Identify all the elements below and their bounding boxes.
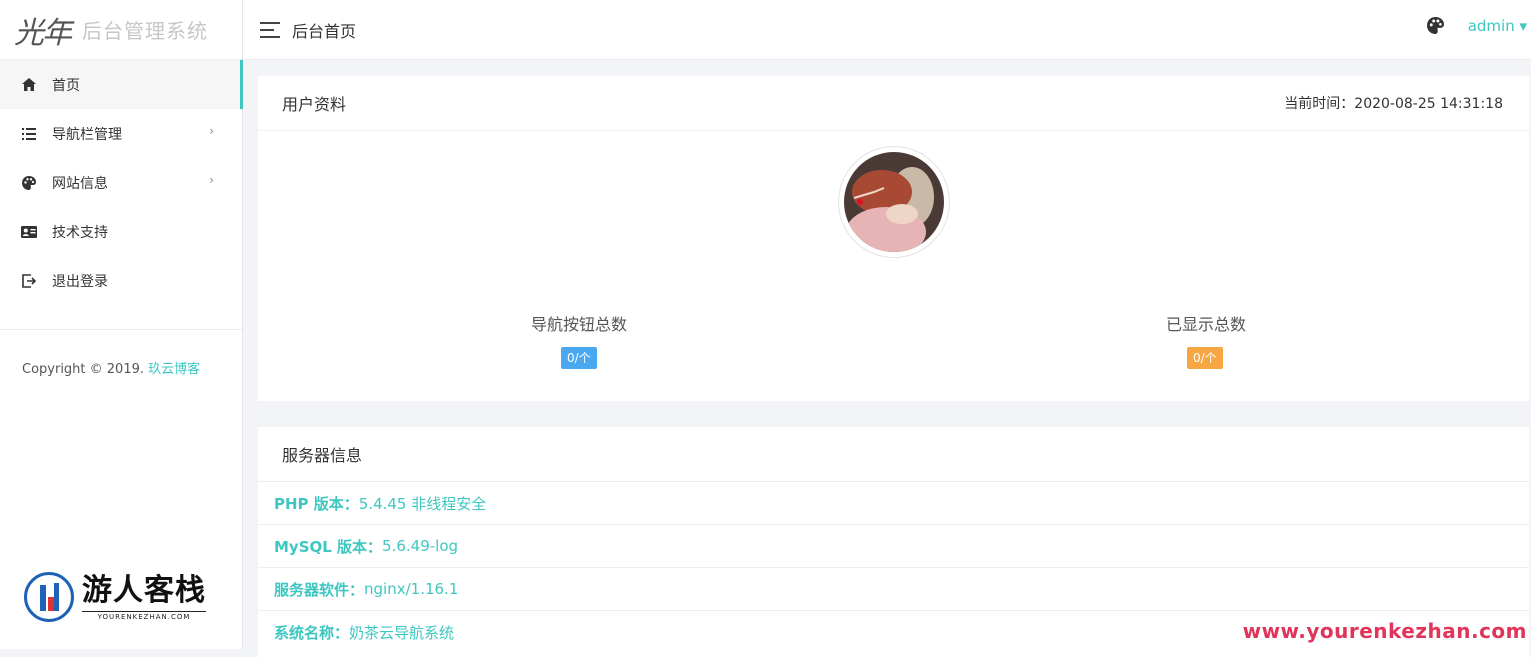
logo-mark: 光年 — [14, 15, 72, 51]
sidebar: 光年 后台管理系统 首页 导航栏管理 › 网站信息 › 技术支持 退出登录 Co… — [0, 0, 243, 649]
sidebar-menu: 首页 导航栏管理 › 网站信息 › 技术支持 退出登录 — [0, 60, 243, 305]
server-row-php: PHP 版本： 5.4.45 非线程安全 — [258, 481, 1529, 524]
profile-card-header: 用户资料 当前时间：2020-08-25 14:31:18 — [258, 76, 1529, 131]
profile-card: 用户资料 当前时间：2020-08-25 14:31:18 导航按钮总数 0/个… — [258, 76, 1529, 401]
watermark-logo: 游人客栈 YOURENKEZHAN.COM — [24, 572, 206, 622]
watermark-url: www.yourenkezhan.com — [1242, 619, 1527, 643]
page-title: 后台首页 — [292, 21, 357, 41]
watermark-en: YOURENKEZHAN.COM — [82, 611, 206, 621]
server-row-software: 服务器软件： nginx/1.16.1 — [258, 567, 1529, 610]
watermark-cn: 游人客栈 — [82, 573, 206, 608]
watermark-circle-icon — [24, 572, 74, 622]
palette-icon — [20, 175, 38, 191]
theme-palette-icon[interactable] — [1427, 17, 1444, 38]
list-icon — [20, 126, 38, 142]
sidebar-item-label: 首页 — [52, 77, 80, 94]
sidebar-item-label: 导航栏管理 — [52, 126, 122, 143]
server-row-mysql: MySQL 版本： 5.6.49-log — [258, 524, 1529, 567]
sidebar-item-label: 退出登录 — [52, 273, 108, 290]
home-icon — [20, 77, 38, 93]
app-logo[interactable]: 光年 后台管理系统 — [0, 0, 242, 60]
sidebar-item-home[interactable]: 首页 — [0, 60, 243, 109]
current-time: 当前时间：2020-08-25 14:31:18 — [1284, 96, 1503, 112]
stat-badge-nav-total: 0/个 — [561, 347, 597, 369]
top-header: 后台首页 admin ▾ — [243, 0, 1531, 60]
logout-icon — [20, 273, 38, 289]
copyright-text: Copyright © 2019. — [22, 362, 149, 377]
stat-label-nav-total: 导航按钮总数 — [531, 315, 628, 334]
copyright: Copyright © 2019. 玖云博客 — [0, 330, 242, 377]
profile-card-title: 用户资料 — [282, 95, 347, 114]
sidebar-item-tech-support[interactable]: 技术支持 — [0, 207, 242, 256]
chevron-right-icon: › — [209, 124, 214, 138]
sidebar-item-site-info[interactable]: 网站信息 › — [0, 158, 242, 207]
stat-label-shown-total: 已显示总数 — [1166, 315, 1247, 334]
sidebar-item-logout[interactable]: 退出登录 — [0, 256, 242, 305]
id-card-icon — [20, 224, 38, 240]
server-card-header: 服务器信息 — [258, 427, 1529, 481]
menu-toggle-icon[interactable] — [260, 21, 280, 38]
chevron-right-icon: › — [209, 173, 214, 187]
sidebar-item-nav-management[interactable]: 导航栏管理 › — [0, 109, 242, 158]
user-dropdown[interactable]: admin ▾ — [1468, 17, 1527, 35]
logo-text: 后台管理系统 — [82, 19, 208, 43]
avatar — [838, 146, 950, 258]
copyright-link[interactable]: 玖云博客 — [148, 362, 200, 377]
sidebar-item-label: 技术支持 — [52, 224, 108, 241]
stat-badge-shown-total: 0/个 — [1187, 347, 1223, 369]
server-card-title: 服务器信息 — [282, 446, 363, 465]
sidebar-item-label: 网站信息 — [52, 175, 108, 192]
